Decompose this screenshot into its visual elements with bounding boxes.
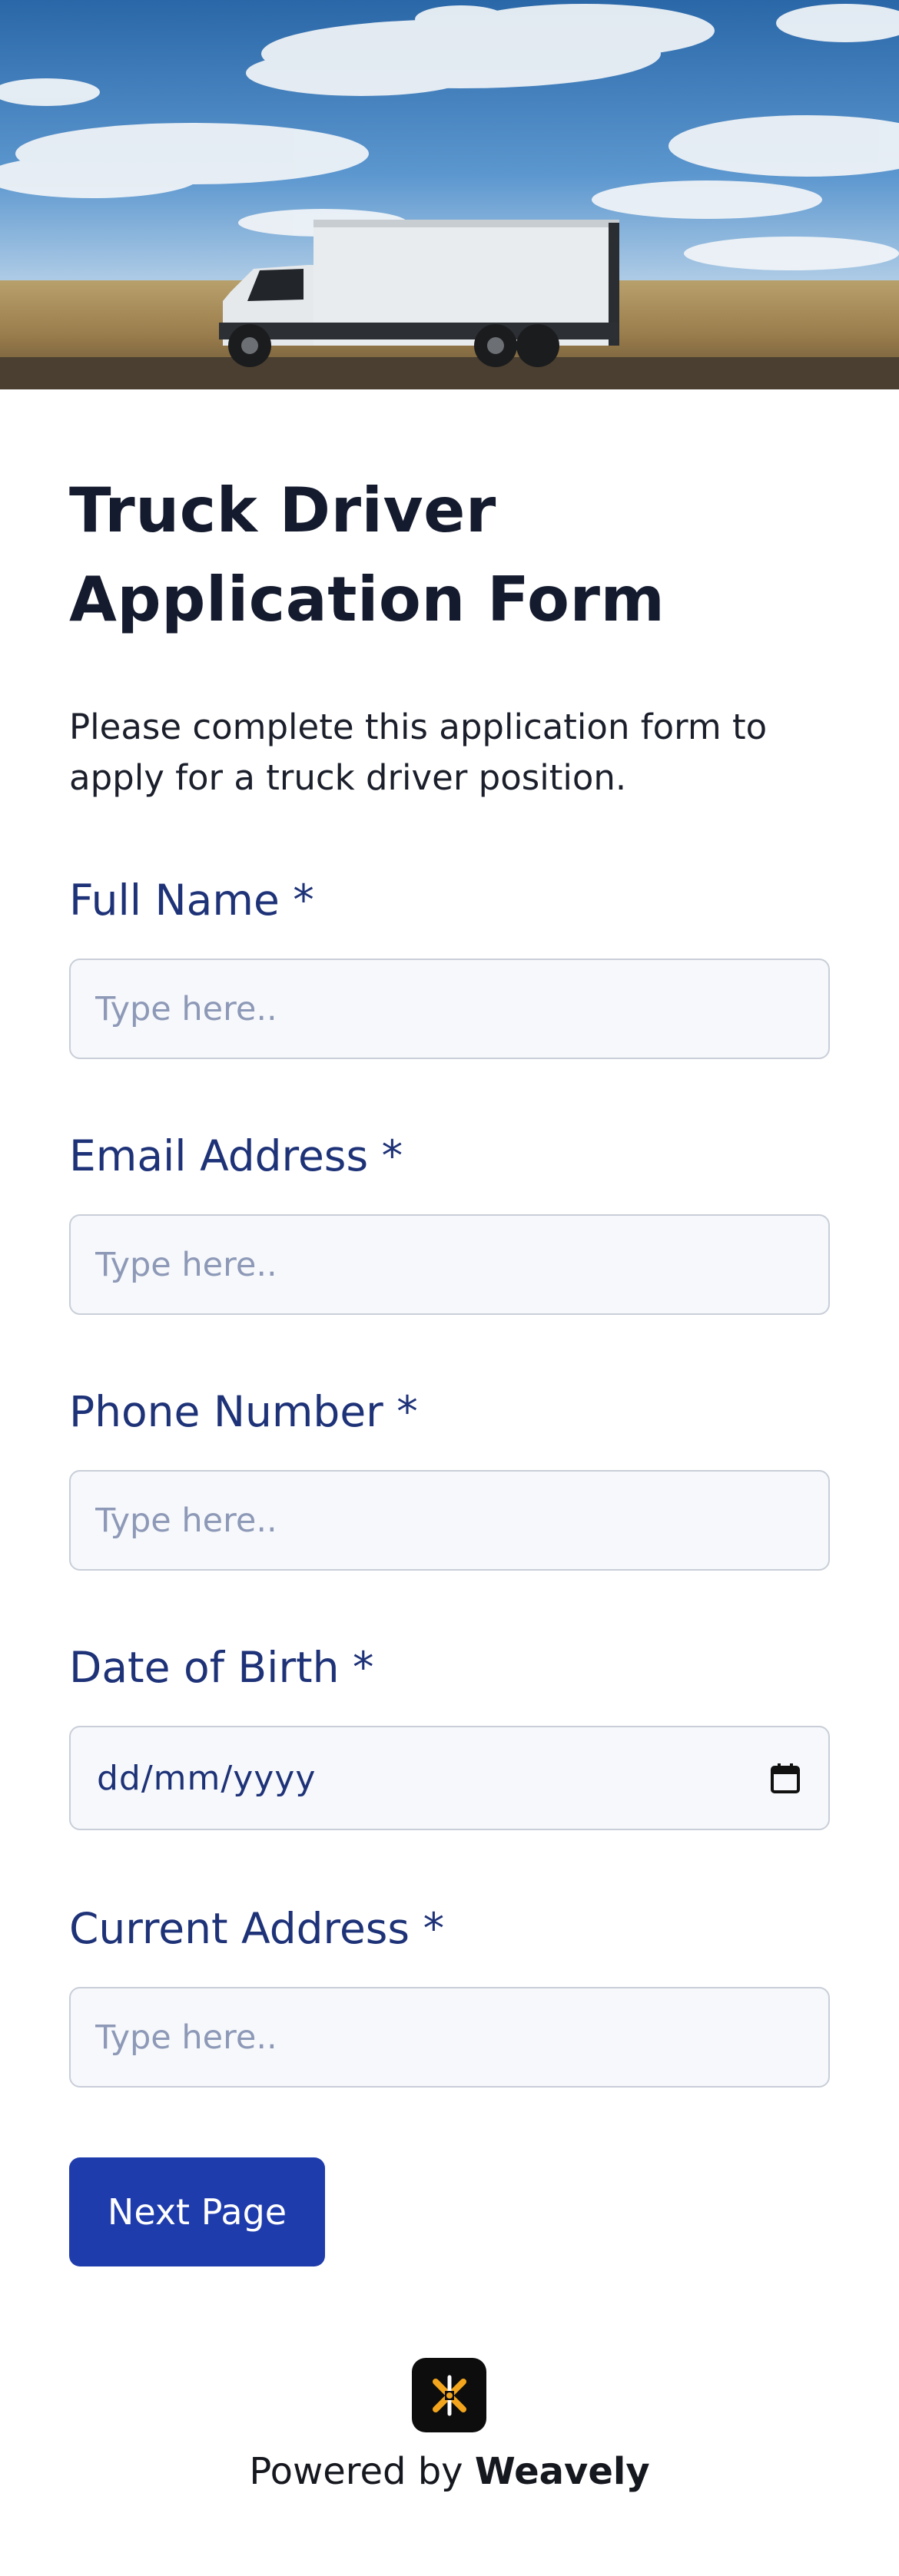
form-page: Truck Driver Application Form Please com… xyxy=(0,0,899,2576)
full-name-label: Full Name * xyxy=(69,876,314,925)
email-input[interactable] xyxy=(69,1214,830,1315)
hero-image xyxy=(0,0,899,389)
dob-date-input[interactable]: dd/mm/yyyy xyxy=(69,1726,830,1830)
powered-by-text[interactable]: Powered by Weavely xyxy=(0,2450,899,2493)
powered-by-brand: Weavely xyxy=(474,2450,650,2493)
truck-landscape-illustration xyxy=(0,0,899,389)
address-label: Current Address * xyxy=(69,1904,445,1953)
phone-input[interactable] xyxy=(69,1470,830,1571)
powered-by-prefix: Powered by xyxy=(249,2450,475,2493)
next-page-button[interactable]: Next Page xyxy=(69,2157,325,2266)
phone-label: Phone Number * xyxy=(69,1387,418,1436)
weavely-logo-icon[interactable] xyxy=(412,2358,486,2432)
form-description: Please complete this application form to… xyxy=(69,707,768,798)
address-input[interactable] xyxy=(69,1987,830,2088)
full-name-input[interactable] xyxy=(69,959,830,1059)
dob-value: dd/mm/yyyy xyxy=(97,1758,317,1798)
email-label: Email Address * xyxy=(69,1131,403,1180)
form-title: Truck Driver Application Form xyxy=(69,475,665,635)
dob-label: Date of Birth * xyxy=(69,1643,374,1692)
calendar-icon[interactable] xyxy=(768,1761,802,1795)
